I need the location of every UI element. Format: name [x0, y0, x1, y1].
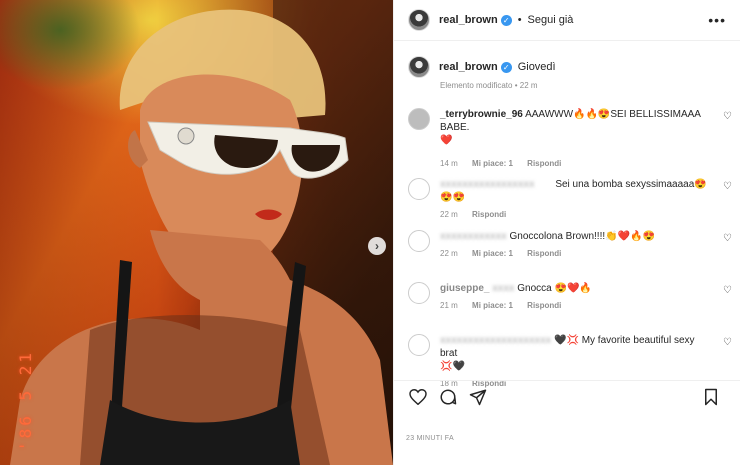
caption-avatar[interactable] [408, 56, 430, 78]
post-header: real_brown ✓ • Segui già ••• [394, 0, 740, 41]
post-actions-bar [394, 380, 740, 412]
comment-text: Gnoccolona Brown!!!!👏❤️🔥😍 [509, 231, 655, 242]
bookmark-icon[interactable] [699, 385, 723, 409]
comment-item: giuseppe_ xxxx Gnocca 😍❤️🔥 21 m Mi piace… [408, 282, 733, 310]
comment-time: 21 m [440, 301, 458, 310]
caption-meta: Elemento modificato • 22 m [440, 81, 728, 90]
follow-button[interactable]: Segui già [528, 14, 574, 26]
commenter-avatar[interactable] [408, 230, 430, 252]
send-icon[interactable] [466, 385, 490, 409]
reply-button[interactable]: Rispondi [527, 159, 561, 168]
verified-badge-icon: ✓ [500, 61, 512, 73]
caption-separator: • [514, 81, 518, 90]
caption-time: 22 m [519, 81, 538, 90]
comment-time: 22 m [440, 210, 458, 219]
comment-likes[interactable]: Mi piace: 1 [472, 159, 513, 168]
edited-label: Elemento modificato [440, 81, 513, 90]
heart-icon[interactable] [406, 385, 430, 409]
commenter-username-redacted: xxxx [492, 283, 515, 294]
comment-item: xxxxxxxxxxxx Gnoccolona Brown!!!!👏❤️🔥😍 2… [408, 230, 733, 258]
comment-item: xxxxxxxxxxxxxxxxx Sei una bomba sexyssim… [408, 178, 733, 219]
post-caption: real_brown ✓ Giovedì Elemento modificato… [408, 56, 728, 90]
commenter-avatar[interactable] [408, 108, 430, 130]
author-username[interactable]: real_brown [439, 14, 498, 26]
comment-body: xxxxxxxxxxxx Gnoccolona Brown!!!!👏❤️🔥😍 [440, 230, 710, 243]
comment-meta: 22 m Mi piace: 1 Rispondi [440, 249, 733, 258]
more-horizontal-icon[interactable]: ••• [708, 12, 726, 28]
comment-text-line2: 💢🖤 [440, 361, 465, 372]
comment-meta: 21 m Mi piace: 1 Rispondi [440, 301, 733, 310]
comment-meta: 14 m Mi piace: 1 Rispondi [440, 159, 733, 168]
reply-button[interactable]: Rispondi [527, 301, 561, 310]
heart-icon[interactable]: ♡ [723, 233, 733, 244]
verified-badge-icon: ✓ [500, 14, 512, 26]
comment-body: _terrybrownie_96 AAAWWW🔥🔥😍SEI BELLISSIMA… [440, 108, 710, 147]
caption-text: Giovedì [517, 61, 556, 73]
commenter-username[interactable]: giuseppe_ [440, 283, 489, 294]
caption-username[interactable]: real_brown [439, 61, 498, 73]
comment-likes[interactable]: Mi piace: 1 [472, 249, 513, 258]
author-avatar[interactable] [408, 9, 430, 31]
reply-button[interactable]: Rispondi [527, 249, 561, 258]
comment-time: 22 m [440, 249, 458, 258]
post-photo[interactable]: '86 5 21 › [0, 0, 393, 465]
commenter-avatar[interactable] [408, 334, 430, 356]
header-separator: • [517, 14, 522, 26]
commenter-avatar[interactable] [408, 178, 430, 200]
comment-text-line2: ❤️ [440, 135, 453, 146]
comment-time: 14 m [440, 159, 458, 168]
commenter-username[interactable]: _terrybrownie_96 [440, 109, 523, 120]
commenter-username-redacted[interactable]: xxxxxxxxxxxxxxxxxxxx [440, 335, 551, 346]
comment-meta: 22 m Rispondi [440, 210, 733, 219]
heart-icon[interactable]: ♡ [723, 337, 733, 348]
comment-item: _terrybrownie_96 AAAWWW🔥🔥😍SEI BELLISSIMA… [408, 108, 733, 168]
photo-date-stamp: '86 5 21 [16, 350, 35, 452]
post-panel: real_brown ✓ • Segui già ••• real_brown … [393, 0, 740, 465]
comment-body: xxxxxxxxxxxxxxxxx Sei una bomba sexyssim… [440, 178, 710, 204]
comment-body: giuseppe_ xxxx Gnocca 😍❤️🔥 [440, 282, 710, 295]
reply-button[interactable]: Rispondi [472, 210, 506, 219]
comment-icon[interactable] [436, 385, 460, 409]
commenter-username-redacted[interactable]: xxxxxxxxxxxx [440, 231, 507, 242]
comment-likes[interactable]: Mi piace: 1 [472, 301, 513, 310]
commenter-username-redacted[interactable]: xxxxxxxxxxxxxxxxx [440, 179, 535, 190]
post-timestamp: 23 MINUTI FA [406, 435, 454, 442]
next-photo-button[interactable]: › [368, 237, 386, 255]
heart-icon[interactable]: ♡ [723, 285, 733, 296]
heart-icon[interactable]: ♡ [723, 111, 733, 122]
comment-body: xxxxxxxxxxxxxxxxxxxx 🖤💢 My favorite beau… [440, 334, 710, 373]
commenter-avatar[interactable] [408, 282, 430, 304]
photo-subject-illustration [10, 9, 393, 465]
chevron-right-icon: › [375, 239, 379, 253]
heart-icon[interactable]: ♡ [723, 181, 733, 192]
comment-text: Gnocca 😍❤️🔥 [517, 283, 592, 294]
